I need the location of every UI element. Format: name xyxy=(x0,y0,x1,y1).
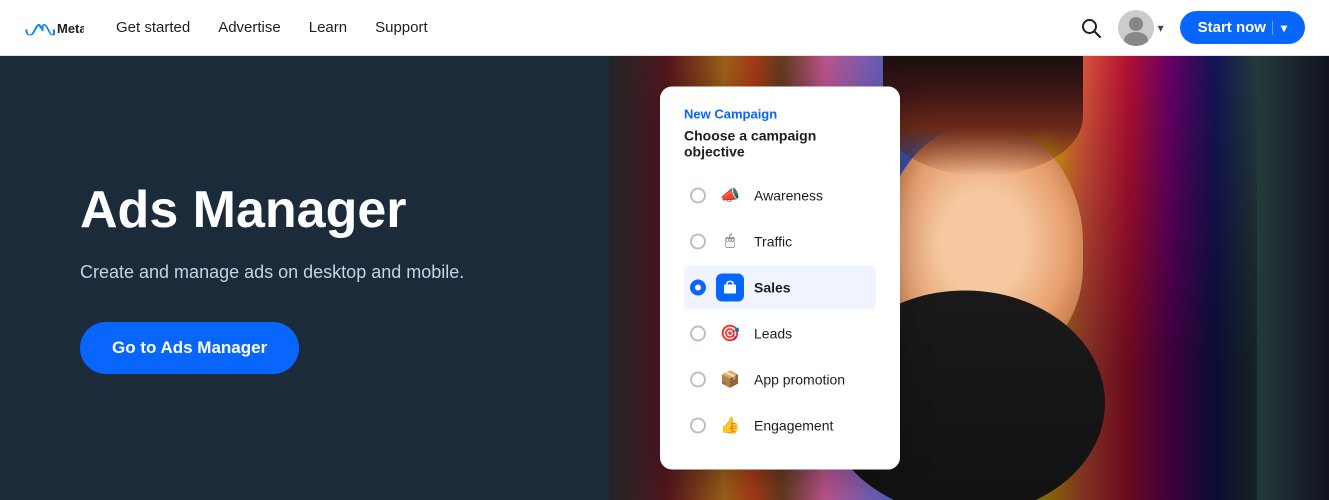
campaign-option-traffic[interactable]: 🖱 Traffic xyxy=(684,220,876,264)
campaign-card: New Campaign Choose a campaign objective… xyxy=(660,87,900,470)
nav-learn[interactable]: Learn xyxy=(309,19,347,36)
navbar-links: Get started Advertise Learn Support xyxy=(116,19,1080,36)
avatar xyxy=(1118,10,1154,46)
hero-section: Ads Manager Create and manage ads on des… xyxy=(0,56,1329,500)
leads-label: Leads xyxy=(754,326,792,342)
cta-button[interactable]: Go to Ads Manager xyxy=(80,322,299,374)
radio-awareness xyxy=(690,188,706,204)
radio-traffic xyxy=(690,234,706,250)
nav-support[interactable]: Support xyxy=(375,19,428,36)
radio-engagement xyxy=(690,418,706,434)
campaign-option-sales[interactable]: Sales xyxy=(684,266,876,310)
radio-leads xyxy=(690,326,706,342)
user-menu[interactable]: ▾ xyxy=(1118,10,1164,46)
engagement-label: Engagement xyxy=(754,418,833,434)
leads-icon: 🎯 xyxy=(716,320,744,348)
app-label: App promotion xyxy=(754,372,845,388)
search-button[interactable] xyxy=(1080,17,1102,39)
awareness-icon: 📣 xyxy=(716,182,744,210)
campaign-option-leads[interactable]: 🎯 Leads xyxy=(684,312,876,356)
sales-label: Sales xyxy=(754,280,791,296)
hero-title: Ads Manager xyxy=(80,182,560,239)
navbar: Meta Get started Advertise Learn Support… xyxy=(0,0,1329,56)
campaign-card-title: New Campaign xyxy=(684,107,876,122)
campaign-option-awareness[interactable]: 📣 Awareness xyxy=(684,174,876,218)
nav-advertise[interactable]: Advertise xyxy=(218,19,281,36)
campaign-option-app[interactable]: 📦 App promotion xyxy=(684,358,876,402)
meta-logo[interactable]: Meta xyxy=(24,18,84,38)
campaign-option-engagement[interactable]: 👍 Engagement xyxy=(684,404,876,448)
start-now-label: Start now xyxy=(1198,19,1266,36)
radio-sales xyxy=(690,280,706,296)
traffic-icon: 🖱 xyxy=(716,228,744,256)
hero-subtitle: Create and manage ads on desktop and mob… xyxy=(80,259,560,286)
hero-left: Ads Manager Create and manage ads on des… xyxy=(0,56,640,500)
start-now-chevron-icon: ▾ xyxy=(1272,21,1287,35)
start-now-button[interactable]: Start now ▾ xyxy=(1180,11,1305,44)
nav-get-started[interactable]: Get started xyxy=(116,19,190,36)
sales-icon xyxy=(716,274,744,302)
svg-text:Meta: Meta xyxy=(57,21,84,36)
traffic-label: Traffic xyxy=(754,234,792,250)
awareness-label: Awareness xyxy=(754,188,823,204)
user-chevron-icon: ▾ xyxy=(1158,21,1164,35)
engagement-icon: 👍 xyxy=(716,412,744,440)
hero-right: New Campaign Choose a campaign objective… xyxy=(640,56,1329,500)
search-icon xyxy=(1080,17,1102,39)
radio-app xyxy=(690,372,706,388)
campaign-card-subtitle: Choose a campaign objective xyxy=(684,128,876,160)
navbar-right: ▾ Start now ▾ xyxy=(1080,10,1305,46)
app-icon: 📦 xyxy=(716,366,744,394)
